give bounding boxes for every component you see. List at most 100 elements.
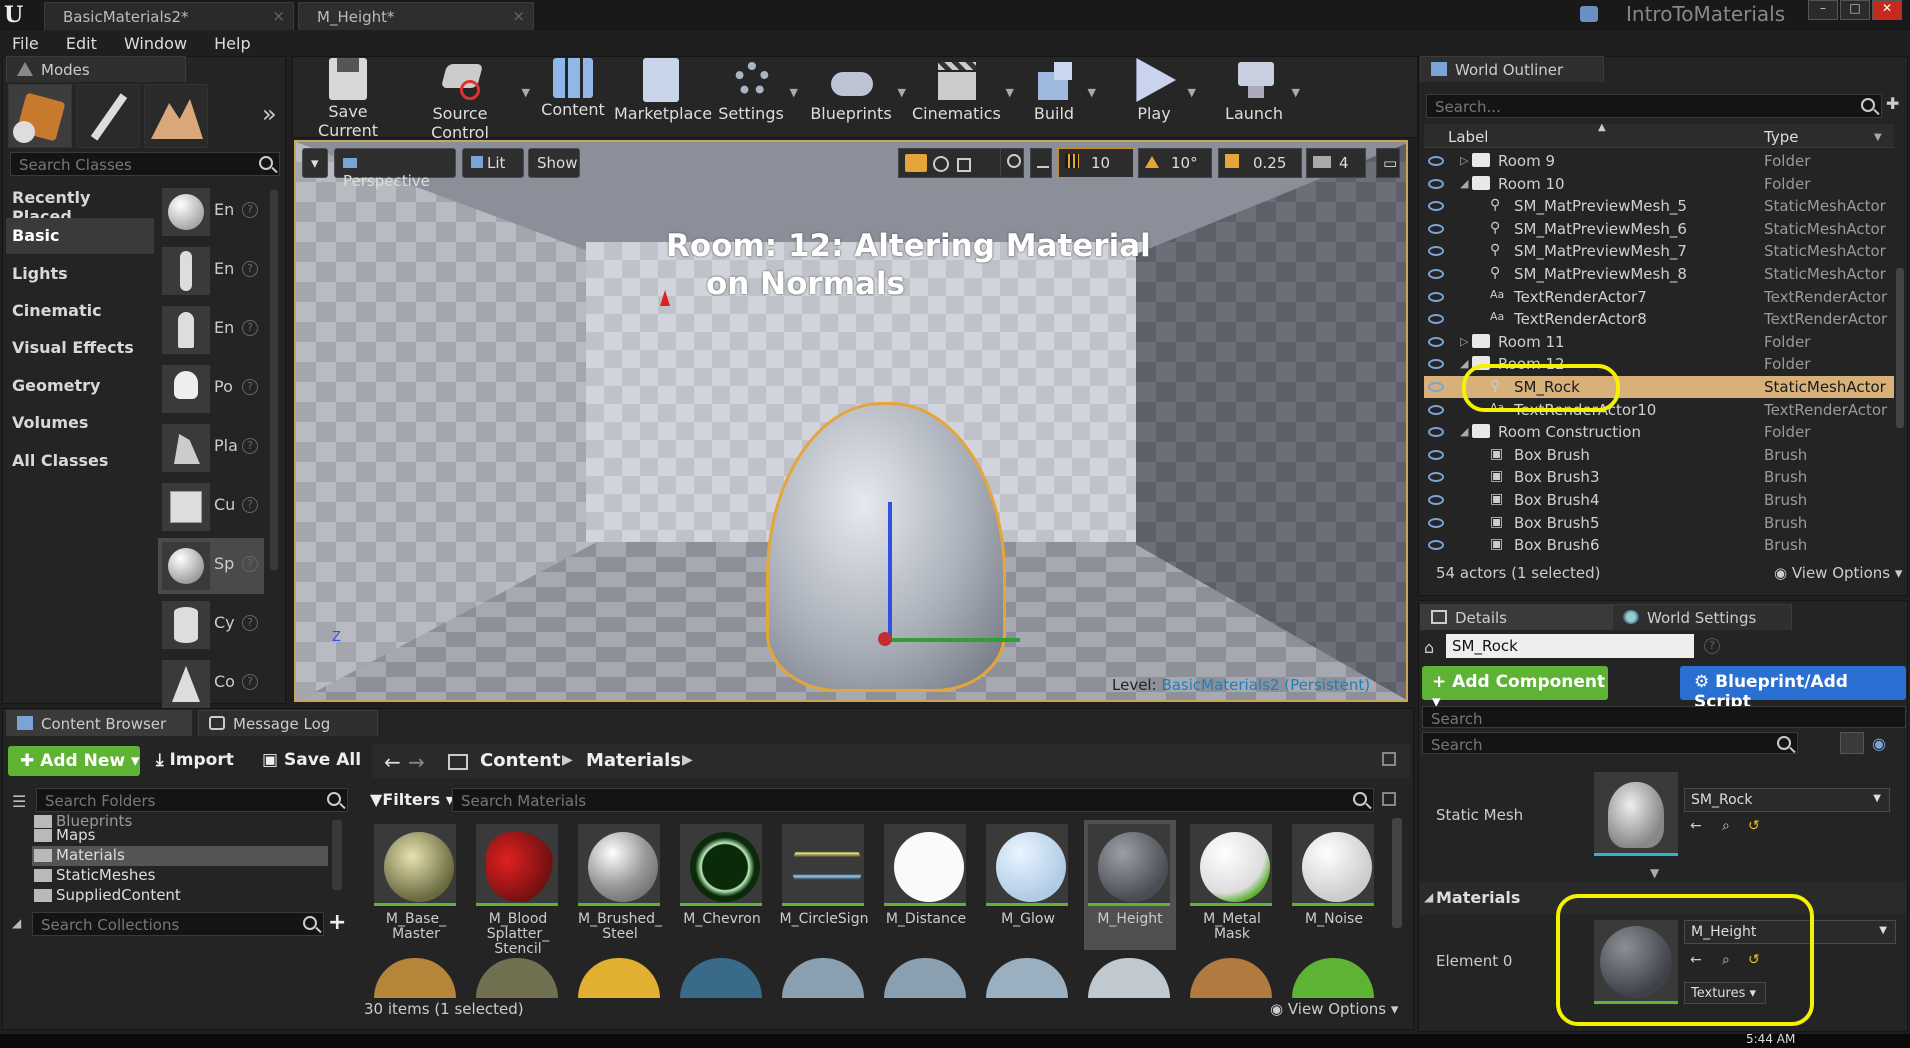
place-item-player-start[interactable]: Pla? xyxy=(158,420,264,476)
eye-icon[interactable] xyxy=(1428,246,1444,257)
lock-icon[interactable] xyxy=(1382,752,1396,766)
content-button[interactable]: Content xyxy=(538,58,608,128)
source-control-status-icon[interactable] xyxy=(1580,6,1598,22)
asset-tile[interactable]: M_Metal Mask xyxy=(1186,820,1278,950)
eye-icon[interactable] xyxy=(1428,517,1444,528)
breadcrumb-content[interactable]: Content xyxy=(480,750,561,771)
launch-button[interactable]: Launch ▼ xyxy=(1222,58,1300,128)
outliner-view-options[interactable]: ◉ View Options ▾ xyxy=(1774,564,1902,582)
actor-name-field[interactable]: SM_Rock xyxy=(1446,634,1694,658)
place-mode-icon[interactable] xyxy=(8,84,72,148)
import-button[interactable]: ⤓ Import xyxy=(156,750,234,770)
close-window-button[interactable]: ✕ xyxy=(1872,0,1902,20)
marketplace-button[interactable]: Marketplace xyxy=(614,58,712,128)
chevron-down-icon[interactable]: ▼ xyxy=(790,86,798,99)
rotate-icon[interactable] xyxy=(933,156,949,172)
eye-icon[interactable] xyxy=(1428,201,1444,212)
use-selected-arrow-icon[interactable]: ← xyxy=(1690,818,1706,834)
eye-icon[interactable] xyxy=(1428,178,1444,189)
chevron-down-icon[interactable]: ▼ xyxy=(1006,86,1014,99)
search-collections-input[interactable]: Search Collections xyxy=(32,912,324,936)
maximize-viewport-button[interactable]: ▭ xyxy=(1376,148,1400,178)
help-icon[interactable]: ? xyxy=(242,674,258,690)
add-component-button[interactable]: + Add Component ▾ xyxy=(1422,666,1608,712)
outliner-row[interactable]: ▣ Box Brush3 Brush xyxy=(1424,466,1894,488)
eye-icon[interactable] xyxy=(1428,427,1444,438)
collections-toggle-icon[interactable]: ◢ xyxy=(12,916,21,930)
close-icon[interactable]: × xyxy=(512,7,525,25)
blueprints-button[interactable]: Blueprints ▼ xyxy=(810,58,906,128)
toggle-sources-icon[interactable]: ☰ xyxy=(12,792,26,811)
category-all-classes[interactable]: All Classes xyxy=(6,443,154,479)
settings-button[interactable]: Settings ▼ xyxy=(718,58,798,128)
tab-world-outliner[interactable]: World Outliner xyxy=(1420,56,1604,82)
save-all-button[interactable]: ▣ Save All xyxy=(262,750,361,770)
close-icon[interactable]: × xyxy=(272,7,285,25)
gizmo-x-axis[interactable] xyxy=(878,632,892,646)
gizmo-y-axis[interactable] xyxy=(890,638,1020,642)
play-button[interactable]: Play ▼ xyxy=(1126,58,1196,128)
tab-world-settings[interactable]: World Settings xyxy=(1612,604,1792,630)
help-icon[interactable]: ? xyxy=(242,379,258,395)
static-mesh-thumbnail[interactable] xyxy=(1594,772,1678,856)
scale-icon[interactable] xyxy=(957,158,971,172)
place-item-cube[interactable]: Cu? xyxy=(158,479,264,535)
outliner-row[interactable]: ▣ Box Brush4 Brush xyxy=(1424,489,1894,511)
outliner-row[interactable]: ◢ Room 10 Folder xyxy=(1424,173,1894,195)
help-icon[interactable]: ? xyxy=(1704,638,1720,654)
save-search-icon[interactable] xyxy=(1382,792,1396,806)
chevron-down-icon[interactable]: ▼ xyxy=(522,86,530,99)
eye-icon[interactable] xyxy=(1428,359,1444,370)
chevron-down-icon[interactable]: ▼ xyxy=(1088,86,1096,99)
help-icon[interactable]: ? xyxy=(242,438,258,454)
outliner-row[interactable]: ⚲ SM_MatPreviewMesh_7 StaticMeshActor xyxy=(1424,240,1894,262)
chevron-down-icon[interactable]: ▼ xyxy=(1188,86,1196,99)
cinematics-button[interactable]: Cinematics ▼ xyxy=(912,58,1014,128)
expand-icon[interactable]: ▷ xyxy=(1460,335,1468,348)
build-button[interactable]: Build ▼ xyxy=(1026,58,1096,128)
help-icon[interactable]: ? xyxy=(242,320,258,336)
expand-icon[interactable]: ▷ xyxy=(1460,154,1468,167)
search-folders-input[interactable]: Search Folders xyxy=(36,788,348,812)
viewport-options-button[interactable]: ▾ xyxy=(302,148,328,178)
category-basic[interactable]: Basic xyxy=(6,218,154,254)
tab-message-log[interactable]: Message Log xyxy=(198,710,378,736)
eye-icon[interactable] xyxy=(1428,269,1444,279)
doc-tab-level[interactable]: BasicMaterials2* × xyxy=(44,2,294,30)
add-actor-icon[interactable]: ✚ xyxy=(1886,94,1899,113)
eye-icon[interactable] xyxy=(1428,156,1444,166)
breadcrumb-materials[interactable]: Materials xyxy=(586,750,681,771)
perspective-button[interactable]: Perspective xyxy=(334,148,456,190)
outliner-row[interactable]: Aa TextRenderActor8 TextRenderActor xyxy=(1424,308,1894,330)
outliner-row[interactable]: ▣ Box Brush5 Brush xyxy=(1424,512,1894,534)
menu-help[interactable]: Help xyxy=(202,31,260,53)
category-visual-effects[interactable]: Visual Effects xyxy=(6,330,154,366)
paint-mode-icon[interactable] xyxy=(76,84,140,148)
eye-icon[interactable] xyxy=(1428,223,1444,234)
eye-icon[interactable] xyxy=(1428,382,1444,392)
asset-tile[interactable]: M_Noise xyxy=(1288,820,1380,950)
breadcrumb-separator-icon[interactable]: ▶ xyxy=(562,752,573,768)
eye-icon[interactable] xyxy=(1428,472,1444,483)
menu-edit[interactable]: Edit xyxy=(54,31,107,53)
chevron-down-icon[interactable]: ▼ xyxy=(1874,132,1882,143)
place-item-point-light[interactable]: Po? xyxy=(158,361,264,417)
chevron-down-icon[interactable]: ▼ xyxy=(898,86,906,99)
collapse-icon[interactable]: ◢ xyxy=(1460,425,1468,438)
place-item-empty-character[interactable]: En? xyxy=(158,243,264,299)
eye-icon[interactable]: ◉ xyxy=(1872,734,1886,753)
tab-modes[interactable]: Modes xyxy=(6,56,186,82)
place-item-cylinder[interactable]: Cy? xyxy=(158,597,264,653)
help-icon[interactable]: ? xyxy=(242,615,258,631)
eye-icon[interactable] xyxy=(1428,495,1444,505)
asset-tile[interactable]: M_Distance xyxy=(880,820,972,950)
help-icon[interactable]: ? xyxy=(242,202,258,218)
camera-speed-control[interactable]: 4 xyxy=(1306,148,1366,178)
outliner-row[interactable]: ⚲ SM_MatPreviewMesh_8 StaticMeshActor xyxy=(1424,263,1894,285)
menu-file[interactable]: File xyxy=(0,31,49,53)
asset-tile[interactable]: M_Chevron xyxy=(676,820,768,950)
category-lights[interactable]: Lights xyxy=(6,256,154,292)
folder-materials[interactable]: Materials xyxy=(32,846,328,866)
asset-tile-selected[interactable]: M_Height xyxy=(1084,820,1176,950)
world-local-toggle[interactable] xyxy=(1000,148,1024,178)
